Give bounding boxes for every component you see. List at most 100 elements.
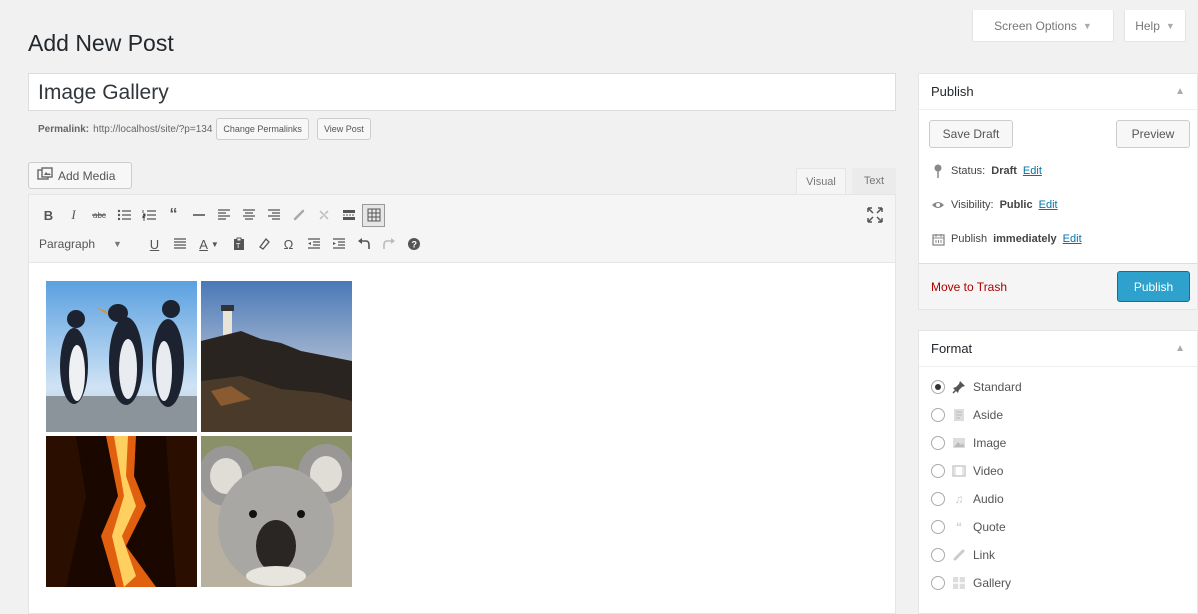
collapse-icon[interactable]: ▲ (1175, 86, 1185, 97)
quote-icon: “ (956, 520, 962, 534)
format-option-label: Audio (973, 492, 1004, 506)
publish-box-header[interactable]: Publish ▲ (919, 74, 1197, 110)
lighthouse-image[interactable] (201, 281, 352, 432)
publish-box: Publish ▲ Save Draft Preview Status: Dra… (918, 73, 1198, 310)
bold-icon[interactable]: B (37, 204, 60, 227)
chevron-down-icon: ▼ (113, 239, 122, 249)
status-edit-link[interactable]: Edit (1023, 165, 1042, 177)
radio-button[interactable] (931, 380, 945, 394)
format-box-title: Format (931, 341, 973, 356)
format-option-audio[interactable]: ♫ Audio (931, 485, 1185, 513)
redo-icon[interactable] (377, 233, 400, 256)
format-option-image[interactable]: Image (931, 429, 1185, 457)
radio-button[interactable] (931, 548, 945, 562)
permalink-label: Permalink: (38, 123, 90, 135)
video-icon (951, 463, 967, 479)
special-character-icon[interactable]: Ω (277, 233, 300, 256)
screen-options-label: Screen Options (994, 18, 1077, 33)
remove-link-icon[interactable] (312, 204, 335, 227)
format-option-quote[interactable]: “ Quote (931, 513, 1185, 541)
visibility-row: Visibility: Public Edit (919, 188, 1197, 222)
permalink-url[interactable]: http://localhost/site/?p=134 (93, 124, 212, 135)
align-left-icon[interactable] (212, 204, 235, 227)
insert-link-icon[interactable] (287, 204, 310, 227)
format-option-label: Image (973, 436, 1007, 450)
format-option-aside[interactable]: Aside (931, 401, 1185, 429)
format-option-label: Gallery (973, 576, 1012, 590)
format-option-video[interactable]: Video (931, 457, 1185, 485)
underline-icon[interactable]: U (143, 233, 166, 256)
blockquote-icon[interactable]: “ (162, 204, 185, 227)
format-box-header[interactable]: Format ▲ (919, 331, 1197, 367)
fire-image[interactable] (46, 436, 197, 587)
minor-publishing-actions: Save Draft Preview (919, 110, 1197, 154)
format-option-label: Standard (973, 380, 1022, 394)
change-permalinks-button[interactable]: Change Permalinks (216, 118, 309, 140)
decrease-indent-icon[interactable] (302, 233, 325, 256)
visibility-label: Visibility: (951, 199, 994, 211)
pin-icon (951, 379, 967, 395)
post-title-input[interactable]: Image Gallery (28, 73, 896, 111)
text-color-icon[interactable]: A ▼ (193, 233, 225, 256)
add-media-button[interactable]: Add Media (28, 162, 132, 189)
visibility-edit-link[interactable]: Edit (1039, 199, 1058, 211)
format-select-value: Paragraph (39, 237, 96, 251)
publish-time-edit-link[interactable]: Edit (1063, 233, 1082, 245)
aside-icon (951, 407, 967, 423)
read-more-icon[interactable] (337, 204, 360, 227)
penguins-image[interactable] (46, 281, 197, 432)
italic-icon[interactable]: I (62, 204, 85, 227)
view-post-button[interactable]: View Post (316, 118, 371, 140)
toolbar-row-2: Paragraph ▼ U A ▼ T Ω ? (37, 230, 427, 258)
align-right-icon[interactable] (262, 204, 285, 227)
publish-time-label: Publish (951, 233, 988, 245)
page-title: Add New Post (28, 30, 174, 56)
align-center-icon[interactable] (237, 204, 260, 227)
tab-visual[interactable]: Visual (796, 168, 846, 194)
format-box: Format ▲ Standard Aside Image Video ♫ Au… (918, 330, 1198, 614)
radio-button[interactable] (931, 576, 945, 590)
bulleted-list-icon[interactable] (112, 204, 135, 227)
radio-button[interactable] (931, 408, 945, 422)
screen-options-button[interactable]: Screen Options ▼ (972, 10, 1114, 42)
paste-as-text-icon[interactable]: T (227, 233, 250, 256)
pin-icon (931, 164, 945, 178)
help-icon[interactable]: ? (402, 233, 425, 256)
koala-image[interactable] (201, 436, 352, 587)
publish-button[interactable]: Publish (1117, 271, 1190, 302)
format-option-standard[interactable]: Standard (931, 373, 1185, 401)
numbered-list-icon[interactable] (137, 204, 160, 227)
gallery-icon (951, 575, 967, 591)
radio-button[interactable] (931, 520, 945, 534)
post-editor: B I abc “ Paragraph ▼ U A ▼ T Ω ? (28, 194, 896, 614)
undo-icon[interactable] (352, 233, 375, 256)
tab-text[interactable]: Text (852, 168, 896, 194)
clear-formatting-icon[interactable] (252, 233, 275, 256)
fullscreen-icon[interactable] (865, 205, 885, 225)
eye-icon (931, 200, 945, 210)
justify-icon[interactable] (168, 233, 191, 256)
horizontal-line-icon[interactable] (187, 204, 210, 227)
preview-button[interactable]: Preview (1116, 120, 1190, 148)
strikethrough-icon[interactable]: abc (87, 204, 110, 227)
radio-button[interactable] (931, 492, 945, 506)
format-option-label: Link (973, 548, 996, 562)
format-select[interactable]: Paragraph ▼ (37, 233, 137, 255)
format-option-label: Quote (973, 520, 1006, 534)
increase-indent-icon[interactable] (327, 233, 350, 256)
permalink-bar: Permalink: http://localhost/site/?p=134 … (38, 118, 371, 140)
move-to-trash-link[interactable]: Move to Trash (931, 280, 1007, 294)
radio-button[interactable] (931, 464, 945, 478)
help-label: Help (1135, 18, 1160, 33)
status-row: Status: Draft Edit (919, 154, 1197, 188)
help-button[interactable]: Help ▼ (1124, 10, 1186, 42)
save-draft-button[interactable]: Save Draft (929, 120, 1013, 148)
editor-toolbar: B I abc “ Paragraph ▼ U A ▼ T Ω ? (29, 195, 895, 263)
format-option-gallery[interactable]: Gallery (931, 569, 1185, 597)
format-option-link[interactable]: Link (931, 541, 1185, 569)
toolbar-toggle-icon[interactable] (362, 203, 385, 227)
radio-button[interactable] (931, 436, 945, 450)
audio-icon: ♫ (954, 492, 964, 506)
add-media-icon (37, 167, 53, 184)
collapse-icon[interactable]: ▲ (1175, 343, 1185, 354)
